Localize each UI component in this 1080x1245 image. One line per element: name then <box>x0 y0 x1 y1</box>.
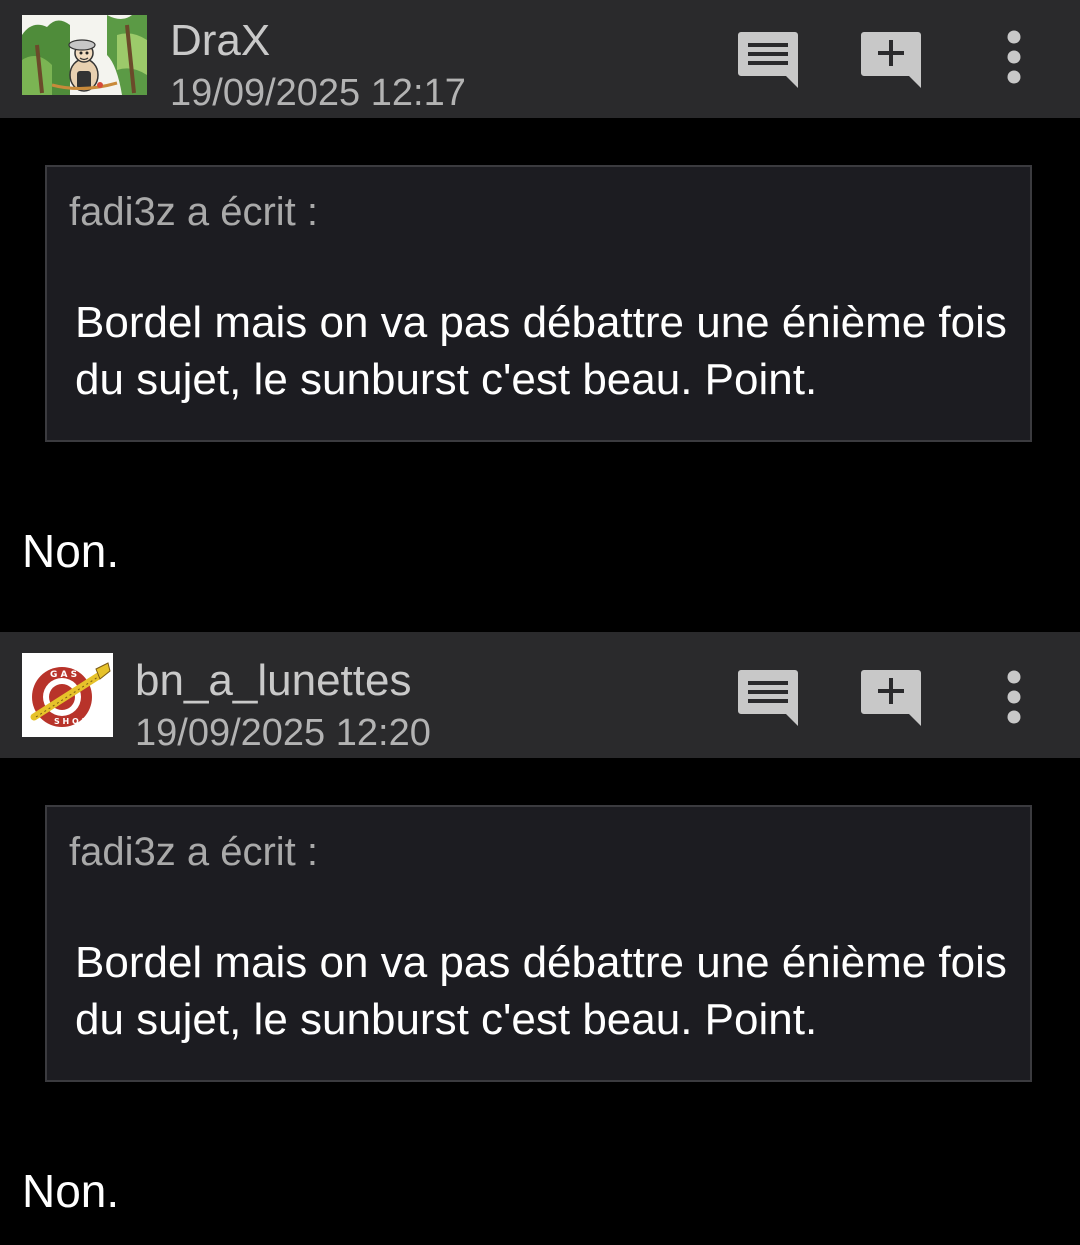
post-message: Non. <box>22 1165 120 1217</box>
svg-text:G A S: G A S <box>50 670 77 680</box>
post-timestamp: 19/09/2025 12:17 <box>170 72 466 114</box>
post-username[interactable]: bn_a_lunettes <box>135 654 411 708</box>
post-username[interactable]: DraX <box>170 14 270 68</box>
more-options-button[interactable] <box>1000 670 1028 724</box>
quote-block: fadi3z a écrit : Bordel mais on va pas d… <box>45 165 1032 442</box>
message-lines-icon <box>738 670 798 726</box>
post-body: fadi3z a écrit : Bordel mais on va pas d… <box>0 758 1080 1245</box>
quote-text: Bordel mais on va pas débattre une énièm… <box>75 938 1007 1044</box>
quote-author[interactable]: fadi3z a écrit : <box>69 187 318 237</box>
post-body: fadi3z a écrit : Bordel mais on va pas d… <box>0 118 1080 632</box>
post-timestamp: 19/09/2025 12:20 <box>135 712 431 754</box>
cartoon-forest-avatar-icon <box>22 15 147 95</box>
more-vertical-icon <box>1007 670 1021 724</box>
quote-text: Bordel mais on va pas débattre une énièm… <box>75 298 1007 404</box>
post-header: G A S S H O P bn_a_lunettes 19/09/2025 1… <box>0 632 1080 758</box>
message-plus-icon <box>861 670 921 726</box>
quote-block: fadi3z a écrit : Bordel mais on va pas d… <box>45 805 1032 1082</box>
user-avatar[interactable]: G A S S H O P <box>22 653 113 737</box>
more-vertical-icon <box>1007 30 1021 84</box>
post-header: DraX 19/09/2025 12:17 <box>0 0 1080 118</box>
post-message: Non. <box>22 525 120 577</box>
gas-shop-guitar-logo-icon: G A S S H O P <box>22 653 113 737</box>
forum-post: DraX 19/09/2025 12:17 fadi3z a écrit: B… <box>0 0 1080 632</box>
svg-text:S H O P: S H O P <box>54 717 88 726</box>
message-lines-icon <box>738 32 798 88</box>
quote-button[interactable] <box>860 30 922 90</box>
message-plus-icon <box>861 32 921 88</box>
quote-author[interactable]: fadi3z a écrit : <box>69 827 318 877</box>
forum-post: G A S S H O P bn_a_lunettes 19/09/2025 1… <box>0 632 1080 1245</box>
user-avatar[interactable] <box>22 15 147 95</box>
more-options-button[interactable] <box>1000 30 1028 84</box>
quote-button[interactable] <box>860 668 922 728</box>
reply-button[interactable] <box>737 30 799 90</box>
reply-button[interactable] <box>737 668 799 728</box>
